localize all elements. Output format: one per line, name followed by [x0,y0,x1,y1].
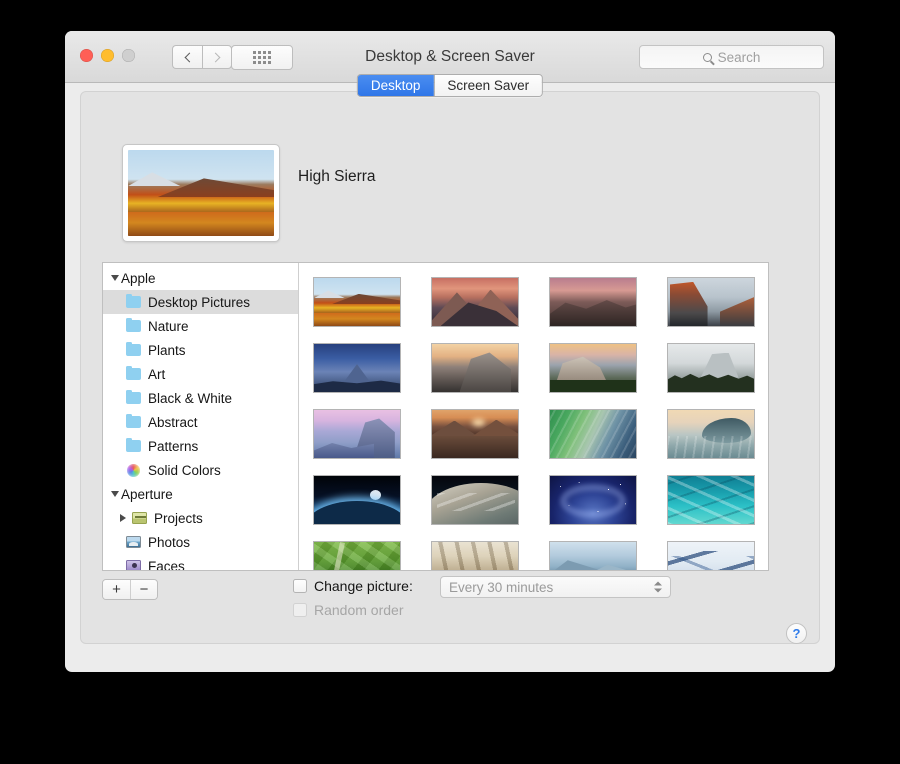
tab-bar: Desktop Screen Saver [356,74,544,97]
search-icon [702,52,712,62]
tab-desktop[interactable]: Desktop [357,75,434,96]
wallpaper-thumbnail[interactable] [549,409,637,459]
sidebar-item-nature[interactable]: Nature [103,314,298,338]
change-picture-row: Change picture: [293,578,413,594]
current-wallpaper-preview[interactable] [122,144,280,242]
wallpaper-thumbnail[interactable] [431,409,519,459]
sidebar-item-art[interactable]: Art [103,362,298,386]
wallpaper-thumbnail[interactable] [667,475,755,525]
wallpaper-thumbnail[interactable] [549,343,637,393]
folder-icon [123,365,143,380]
add-remove-buttons: + − [102,579,158,600]
source-browser: Apple Desktop Pictures Nature Plants Art… [102,262,769,571]
sidebar-item-plants[interactable]: Plants [103,338,298,362]
folder-icon [123,341,143,356]
change-interval-value: Every 30 minutes [449,579,554,595]
wallpaper-grid [299,263,768,570]
sidebar-item-label: Aperture [121,486,173,502]
folder-icon [123,317,143,332]
wallpaper-thumbnail[interactable] [431,541,519,570]
search-placeholder: Search [717,49,761,65]
search-field[interactable]: Search [639,45,824,69]
wallpaper-thumbnail[interactable] [313,409,401,459]
system-preferences-window: Desktop & Screen Saver Search Desktop Sc… [65,31,835,672]
sidebar-item-patterns[interactable]: Patterns [103,434,298,458]
change-interval-popup[interactable]: Every 30 minutes [440,576,671,598]
folder-icon [123,293,143,308]
sidebar-item-label: Desktop Pictures [148,294,251,310]
popup-chevrons-icon [654,581,662,593]
sidebar-item-label: Black & White [148,390,233,406]
color-wheel-icon [123,463,143,477]
wallpaper-thumbnail[interactable] [313,277,401,327]
sidebar-item-label: Art [148,366,166,382]
change-picture-checkbox[interactable] [293,579,307,593]
wallpaper-thumbnail[interactable] [431,343,519,393]
sidebar-item-photos[interactable]: Photos [103,530,298,554]
wallpaper-thumbnail[interactable] [313,475,401,525]
random-order-checkbox[interactable] [293,603,307,617]
wallpaper-thumbnail[interactable] [549,277,637,327]
disclosure-triangle-right-icon[interactable] [117,514,129,522]
sidebar-item-label: Photos [148,534,191,550]
current-wallpaper-name: High Sierra [298,168,376,185]
tab-screen-saver[interactable]: Screen Saver [433,75,543,96]
wallpaper-thumbnail[interactable] [431,277,519,327]
wallpaper-thumbnail[interactable] [667,343,755,393]
sidebar-group-apple[interactable]: Apple [103,266,298,290]
sidebar-item-label: Faces [148,558,185,571]
wallpaper-thumbnail[interactable] [431,475,519,525]
sidebar-item-label: Projects [154,510,203,526]
wallpaper-thumbnail[interactable] [549,541,637,570]
sidebar-item-desktop-pictures[interactable]: Desktop Pictures [103,290,298,314]
sidebar-item-abstract[interactable]: Abstract [103,410,298,434]
sidebar-item-faces[interactable]: Faces [103,554,298,570]
folder-icon [123,389,143,404]
faces-icon [123,560,143,570]
photos-icon [123,536,143,548]
sidebar-item-label: Apple [121,270,156,286]
wallpaper-thumbnail[interactable] [667,277,755,327]
wallpaper-thumbnail[interactable] [667,541,755,570]
random-order-label: Random order [314,602,404,618]
project-box-icon [129,512,149,524]
preview-image [128,150,274,236]
help-button[interactable]: ? [786,623,807,644]
sidebar-item-label: Patterns [148,438,199,454]
add-folder-button[interactable]: + [103,580,130,599]
sidebar-item-label: Nature [148,318,189,334]
sidebar-item-black-and-white[interactable]: Black & White [103,386,298,410]
wallpaper-art-high-sierra [128,150,274,236]
sidebar-item-solid-colors[interactable]: Solid Colors [103,458,298,482]
wallpaper-thumbnail[interactable] [313,343,401,393]
wallpaper-thumbnail[interactable] [313,541,401,570]
folder-icon [123,437,143,452]
source-list[interactable]: Apple Desktop Pictures Nature Plants Art… [103,263,299,570]
wallpaper-thumbnail[interactable] [667,409,755,459]
folder-icon [123,413,143,428]
sidebar-group-aperture[interactable]: Aperture [103,482,298,506]
disclosure-triangle-down-icon[interactable] [109,275,121,281]
sidebar-item-label: Solid Colors [148,462,221,478]
disclosure-triangle-down-icon[interactable] [109,491,121,497]
wallpaper-thumbnail[interactable] [549,475,637,525]
random-order-row: Random order [293,602,404,618]
change-picture-label: Change picture: [314,578,413,594]
sidebar-item-label: Plants [148,342,186,358]
sidebar-item-projects[interactable]: Projects [103,506,298,530]
sidebar-item-label: Abstract [148,414,198,430]
remove-folder-button[interactable]: − [130,580,157,599]
